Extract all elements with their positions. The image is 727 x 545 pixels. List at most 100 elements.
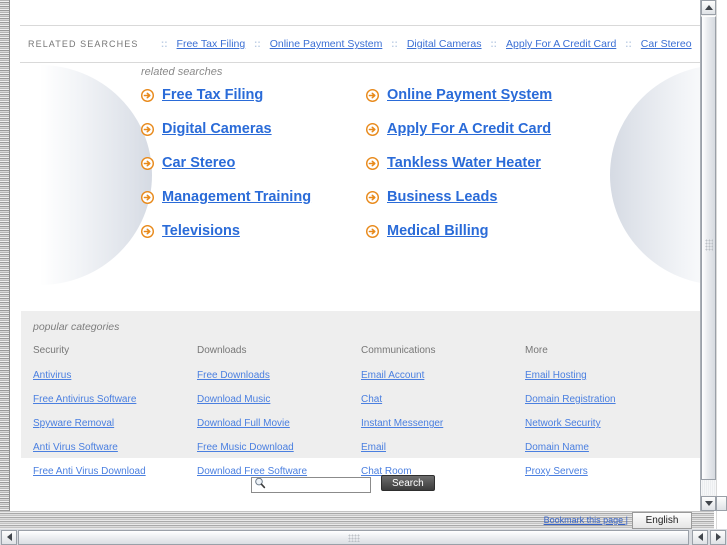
category-link-free-anti-virus-download[interactable]: Free Anti Virus Download — [33, 466, 146, 477]
popular-categories-columns: Security Antivirus Free Antivirus Softwa… — [33, 345, 689, 485]
category-link-free-antivirus-software[interactable]: Free Antivirus Software — [33, 394, 136, 405]
page-footer-bar: Bookmark this page | English — [0, 511, 714, 529]
outer-scroll-up-button[interactable] — [716, 496, 727, 511]
separator-icon: :: — [391, 38, 398, 50]
category-link-chat[interactable]: Chat — [361, 394, 382, 405]
related-search-item[interactable]: Digital Cameras — [140, 121, 366, 137]
category-link-antivirus[interactable]: Antivirus — [33, 370, 71, 381]
category-link-email-hosting[interactable]: Email Hosting — [525, 370, 587, 381]
scroll-down-button[interactable] — [701, 496, 716, 511]
arrow-circle-right-icon — [365, 190, 380, 204]
related-search-link-car-stereo[interactable]: Car Stereo — [162, 155, 235, 171]
related-search-item[interactable]: Business Leads — [365, 189, 591, 205]
language-selector[interactable]: English — [632, 511, 692, 529]
list-item: Instant Messenger — [361, 413, 525, 431]
search-input-wrapper — [251, 474, 371, 493]
related-searches-grid: Free Tax Filing Online Payment System Di… — [140, 87, 601, 239]
category-link-network-security[interactable]: Network Security — [525, 418, 601, 429]
related-search-link-medical-billing[interactable]: Medical Billing — [387, 223, 489, 239]
related-search-item[interactable]: Car Stereo — [140, 155, 366, 171]
category-link-proxy-servers[interactable]: Proxy Servers — [525, 466, 588, 477]
category-link-email[interactable]: Email — [361, 442, 386, 453]
category-link-list: Email Hosting Domain Registration Networ… — [525, 365, 689, 479]
related-search-item[interactable]: Tankless Water Heater — [365, 155, 591, 171]
list-item: Domain Name — [525, 437, 689, 455]
list-item: Spyware Removal — [33, 413, 197, 431]
topbar-link-digital-cameras[interactable]: Digital Cameras — [407, 38, 482, 50]
category-link-spyware-removal[interactable]: Spyware Removal — [33, 418, 114, 429]
category-column-security: Security Antivirus Free Antivirus Softwa… — [33, 345, 197, 485]
arrow-circle-right-icon — [365, 88, 380, 102]
popular-categories-panel: popular categories Security Antivirus Fr… — [21, 311, 701, 477]
horizontal-scroll-thumb[interactable] — [18, 529, 689, 545]
arrow-circle-right-icon — [365, 156, 380, 170]
related-search-item[interactable]: Free Tax Filing — [140, 87, 366, 103]
arrow-circle-right-icon — [140, 122, 155, 136]
list-item: Free Antivirus Software — [33, 389, 197, 407]
list-item: Domain Registration — [525, 389, 689, 407]
vertical-scroll-track[interactable] — [701, 16, 716, 495]
browser-viewport: RELATED SEARCHES :: Free Tax Filing :: O… — [0, 0, 727, 545]
topbar-link-car-stereo[interactable]: Car Stereo — [641, 38, 692, 50]
list-item: Download Music — [197, 389, 361, 407]
bookmark-this-page-link[interactable]: Bookmark this page | — [544, 515, 628, 525]
search-button[interactable]: Search — [381, 475, 435, 492]
vertical-scrollbar[interactable] — [700, 0, 716, 511]
category-link-list: Email Account Chat Instant Messenger Ema… — [361, 365, 525, 479]
scroll-thumb-grip-icon — [347, 533, 360, 542]
related-search-link-management-training[interactable]: Management Training — [162, 189, 311, 205]
arrow-circle-right-icon — [140, 190, 155, 204]
related-search-item[interactable]: Medical Billing — [365, 223, 591, 239]
related-search-link-televisions[interactable]: Televisions — [162, 223, 240, 239]
related-search-item[interactable]: Management Training — [140, 189, 366, 205]
category-link-domain-name[interactable]: Domain Name — [525, 442, 589, 453]
related-search-link-tankless-water-heater[interactable]: Tankless Water Heater — [387, 155, 541, 171]
topbar-link-item: :: Car Stereo — [625, 38, 691, 50]
decorative-half-circle-right — [610, 65, 711, 285]
scroll-left-button-2[interactable] — [692, 529, 708, 545]
topbar-link-item: :: Online Payment System — [254, 38, 382, 50]
related-searches-section: related searches Free Tax Filing Online … — [140, 66, 601, 239]
related-search-link-business-leads[interactable]: Business Leads — [387, 189, 497, 205]
separator-icon: :: — [254, 38, 261, 50]
related-search-item[interactable]: Online Payment System — [365, 87, 591, 103]
scroll-up-button[interactable] — [701, 0, 716, 15]
category-link-email-account[interactable]: Email Account — [361, 370, 424, 381]
category-link-download-music[interactable]: Download Music — [197, 394, 270, 405]
category-link-free-music-download[interactable]: Free Music Download — [197, 442, 294, 453]
related-search-item[interactable]: Apply For A Credit Card — [365, 121, 591, 137]
scroll-thumb-grip-icon — [705, 239, 713, 251]
category-link-instant-messenger[interactable]: Instant Messenger — [361, 418, 443, 429]
related-searches-topbar: RELATED SEARCHES :: Free Tax Filing :: O… — [20, 25, 702, 63]
category-column-more: More Email Hosting Domain Registration N… — [525, 345, 689, 485]
scroll-right-button[interactable] — [710, 529, 726, 545]
category-link-list: Antivirus Free Antivirus Software Spywar… — [33, 365, 197, 479]
related-search-item[interactable]: Televisions — [140, 223, 366, 239]
category-link-free-downloads[interactable]: Free Downloads — [197, 370, 270, 381]
list-item: Email — [361, 437, 525, 455]
separator-icon: :: — [490, 38, 498, 50]
search-input[interactable] — [251, 476, 371, 493]
category-link-download-full-movie[interactable]: Download Full Movie — [197, 418, 290, 429]
horizontal-scrollbar[interactable] — [0, 529, 727, 545]
topbar-link-free-tax-filing[interactable]: Free Tax Filing — [177, 38, 246, 50]
category-link-anti-virus-software[interactable]: Anti Virus Software — [33, 442, 118, 453]
category-link-domain-registration[interactable]: Domain Registration — [525, 394, 616, 405]
topbar-link-online-payment-system[interactable]: Online Payment System — [270, 38, 383, 50]
separator-icon: :: — [625, 38, 632, 50]
list-item: Email Account — [361, 365, 525, 383]
topbar-link-apply-for-a-credit-card[interactable]: Apply For A Credit Card — [506, 38, 616, 50]
topbar-link-item: :: Digital Cameras — [391, 38, 481, 50]
category-column-title: More — [525, 345, 548, 356]
left-gutter-stripes — [0, 0, 10, 511]
decorative-half-circle-left — [40, 65, 152, 285]
related-search-link-digital-cameras[interactable]: Digital Cameras — [162, 121, 272, 137]
related-search-link-apply-for-a-credit-card[interactable]: Apply For A Credit Card — [387, 121, 551, 137]
vertical-scroll-thumb[interactable] — [701, 16, 716, 480]
list-item: Free Anti Virus Download — [33, 461, 197, 479]
scroll-left-button[interactable] — [1, 529, 17, 545]
related-search-link-free-tax-filing[interactable]: Free Tax Filing — [162, 87, 263, 103]
list-item: Network Security — [525, 413, 689, 431]
related-search-link-online-payment-system[interactable]: Online Payment System — [387, 87, 552, 103]
related-searches-heading: related searches — [141, 66, 223, 78]
